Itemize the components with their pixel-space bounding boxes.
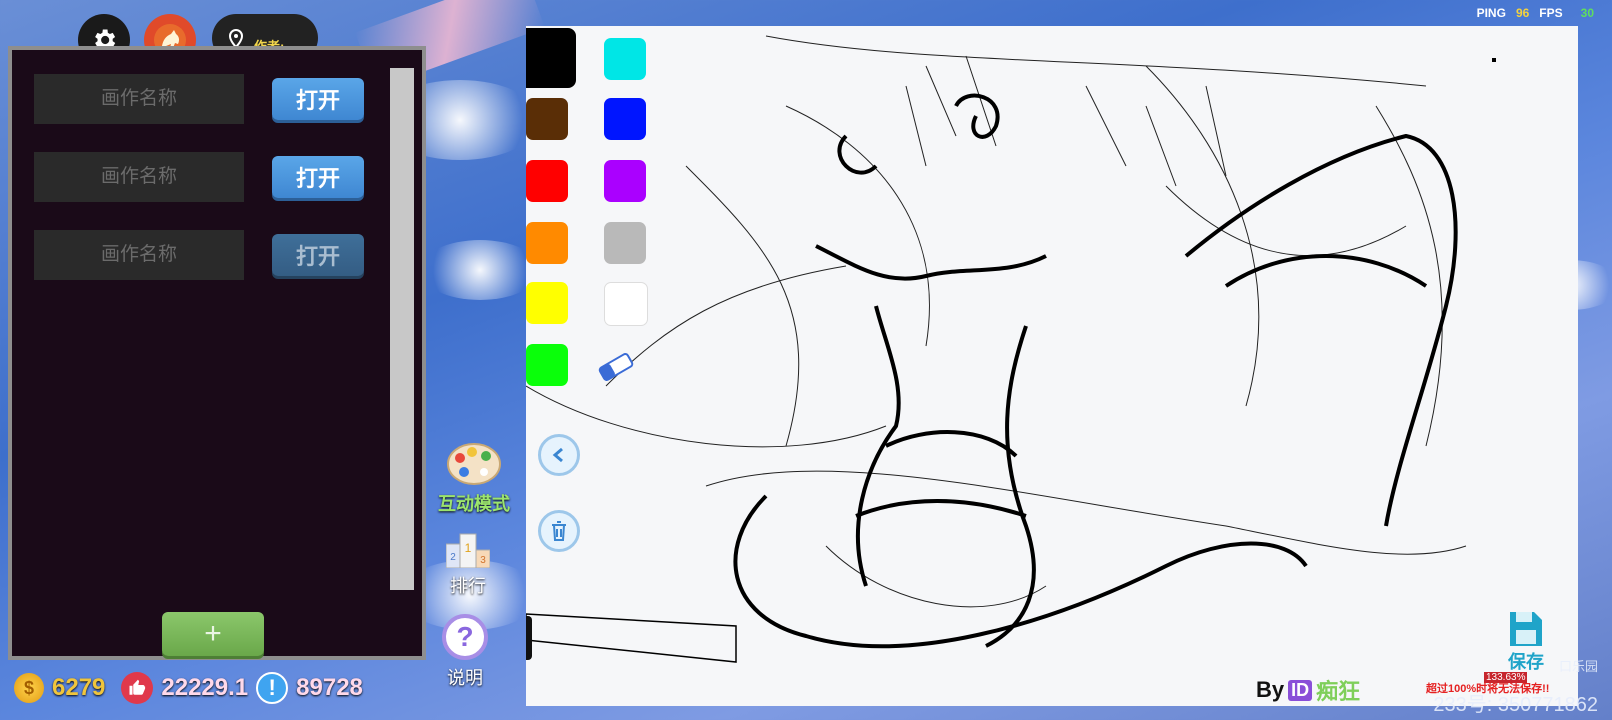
save-label: 保存	[1508, 652, 1544, 672]
performance-hud: PING 96 FPS 30	[1477, 6, 1594, 20]
interactive-mode-button[interactable]: 互动模式	[438, 440, 510, 516]
open-button[interactable]: 打开	[272, 156, 364, 198]
open-button[interactable]: 打开	[272, 78, 364, 120]
sketch-drawing	[526, 35, 1496, 663]
color-swatch-blue[interactable]	[604, 98, 646, 140]
chevron-left-icon	[552, 447, 563, 463]
painting-row: 画作名称 打开	[34, 74, 364, 124]
painting-name-field[interactable]: 画作名称	[34, 74, 244, 124]
coins-stat: $ 6279	[14, 673, 105, 703]
eraser-icon	[598, 353, 634, 381]
reports-value: 89728	[296, 674, 363, 701]
color-swatch-brown[interactable]	[526, 98, 568, 140]
open-button-disabled[interactable]: 打开	[272, 234, 364, 276]
color-swatch-purple[interactable]	[604, 160, 646, 202]
save-disk-icon	[1510, 612, 1542, 646]
reports-stat: ! 89728	[256, 672, 363, 704]
exclamation-icon: !	[256, 672, 289, 704]
interactive-mode-label: 互动模式	[438, 494, 510, 514]
back-button[interactable]	[538, 434, 580, 476]
color-swatch-gray[interactable]	[604, 222, 646, 264]
stats-bar: $ 6279 22229.1 ! 89728	[14, 660, 422, 716]
fps-label: FPS	[1539, 6, 1563, 20]
likes-stat: 22229.1	[121, 672, 248, 704]
coins-value: 6279	[52, 674, 106, 701]
ranking-button[interactable]: 1 2 3 排行	[446, 530, 490, 598]
ping-value: 96	[1515, 6, 1530, 20]
watermark-id: 233号: 350771862	[1433, 694, 1598, 716]
list-scrollbar[interactable]	[390, 68, 414, 590]
help-button[interactable]: ? 说明	[442, 614, 488, 690]
svg-text:2: 2	[450, 552, 456, 563]
svg-text:3: 3	[480, 555, 486, 566]
color-swatch-red[interactable]	[526, 160, 568, 202]
ping-label: PING	[1476, 6, 1506, 20]
thumbs-up-icon	[121, 672, 154, 704]
color-swatch-black[interactable]	[526, 28, 576, 88]
palette-icon	[447, 443, 501, 485]
drawing-canvas[interactable]: By ID 痴狂 保存 133.63% 超过100%时将无法保存!!	[526, 26, 1578, 706]
coin-icon: $	[14, 673, 44, 703]
by-label: By	[1256, 677, 1285, 702]
id-badge: ID	[1288, 679, 1313, 701]
color-swatch-white[interactable]	[604, 282, 648, 326]
question-mark-icon: ?	[442, 614, 488, 660]
likes-value: 22229.1	[161, 674, 249, 701]
watermark-site: 口乐园	[1558, 659, 1598, 674]
painting-row: 画作名称 打开	[34, 230, 364, 280]
fps-value: 30	[1580, 6, 1594, 20]
svg-text:1: 1	[465, 541, 472, 555]
color-swatch-orange[interactable]	[526, 222, 568, 264]
add-painting-button[interactable]: +	[162, 612, 264, 656]
painting-list-panel: 画作名称 打开 画作名称 打开 画作名称 打开 +	[8, 46, 426, 660]
cloud	[420, 240, 540, 300]
color-swatch-green[interactable]	[526, 344, 568, 386]
painting-name-field[interactable]: 画作名称	[34, 152, 244, 202]
clear-canvas-button[interactable]	[538, 510, 580, 552]
author-name: 痴狂	[1316, 679, 1361, 704]
painting-row: 画作名称 打开	[34, 152, 364, 202]
eraser-button[interactable]	[596, 352, 636, 387]
color-swatch-yellow[interactable]	[526, 282, 568, 324]
save-button[interactable]: 保存	[1508, 610, 1544, 674]
color-swatch-cyan[interactable]	[604, 38, 646, 80]
ranking-label: 排行	[450, 576, 486, 596]
podium-icon: 1 2 3	[446, 533, 490, 568]
painting-name-field[interactable]: 画作名称	[34, 230, 244, 280]
help-label: 说明	[447, 668, 483, 688]
trash-icon	[552, 521, 566, 541]
author-signature: By ID 痴狂	[1256, 674, 1360, 706]
